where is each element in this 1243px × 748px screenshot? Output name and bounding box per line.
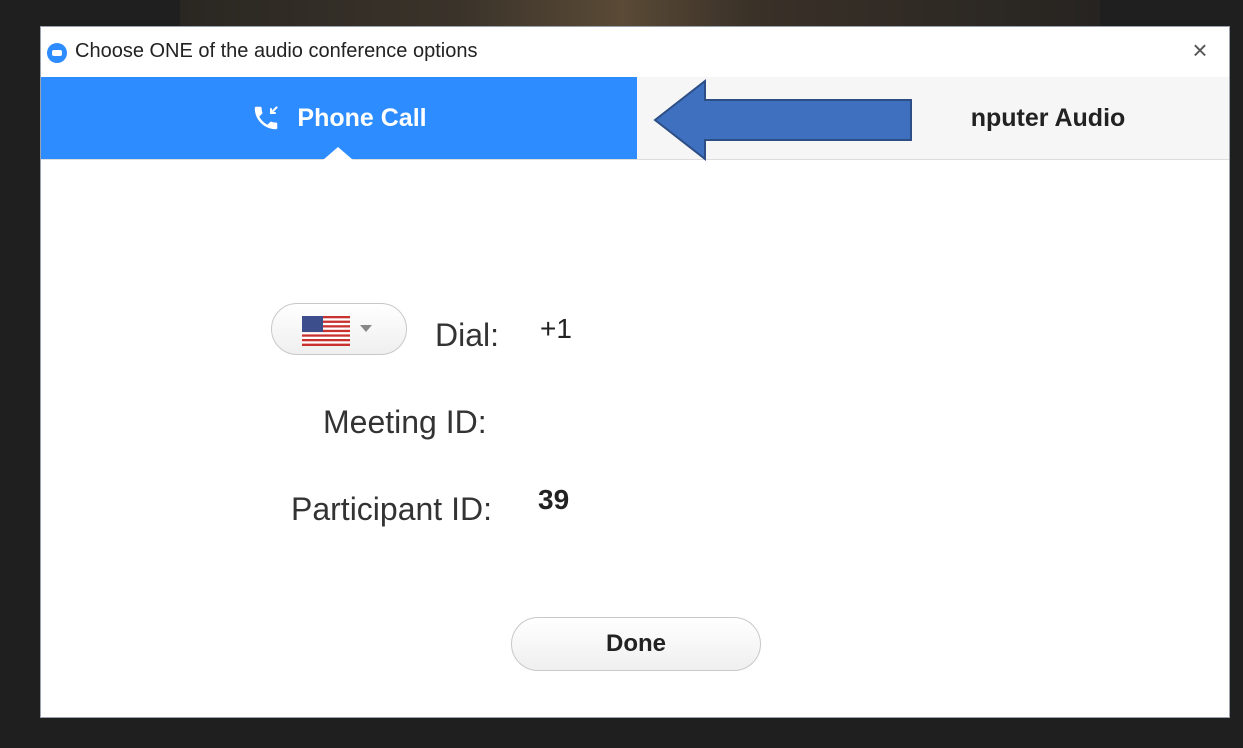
tab-phone-call-label: Phone Call bbox=[297, 103, 427, 132]
chevron-down-icon bbox=[360, 325, 372, 332]
country-selector[interactable] bbox=[271, 303, 407, 355]
tab-phone-call[interactable]: Phone Call bbox=[41, 77, 637, 160]
us-flag-icon bbox=[302, 316, 350, 346]
participant-id-label: Participant ID: bbox=[291, 491, 492, 527]
active-tab-caret bbox=[323, 147, 353, 160]
dial-value: +1 bbox=[540, 313, 572, 344]
tab-computer-audio-label: nputer Audio bbox=[970, 103, 1126, 132]
done-button-label: Done bbox=[606, 630, 666, 657]
done-button[interactable]: Done bbox=[511, 617, 761, 671]
audio-options-dialog: Choose ONE of the audio conference optio… bbox=[40, 26, 1230, 718]
title-bar: Choose ONE of the audio conference optio… bbox=[41, 27, 1229, 77]
audio-tabs: Phone Call nputer Audio bbox=[41, 77, 1229, 160]
background-video bbox=[180, 0, 1100, 26]
phone-call-icon bbox=[255, 106, 279, 130]
participant-id-value: 39 bbox=[538, 484, 570, 515]
dial-label: Dial: bbox=[435, 317, 500, 353]
dialog-title: Choose ONE of the audio conference optio… bbox=[75, 40, 478, 62]
blue-arrow-left bbox=[653, 79, 912, 161]
zoom-logo-icon bbox=[47, 43, 67, 63]
meeting-id-label: Meeting ID: bbox=[323, 404, 487, 440]
close-icon[interactable]: × bbox=[1185, 35, 1215, 65]
